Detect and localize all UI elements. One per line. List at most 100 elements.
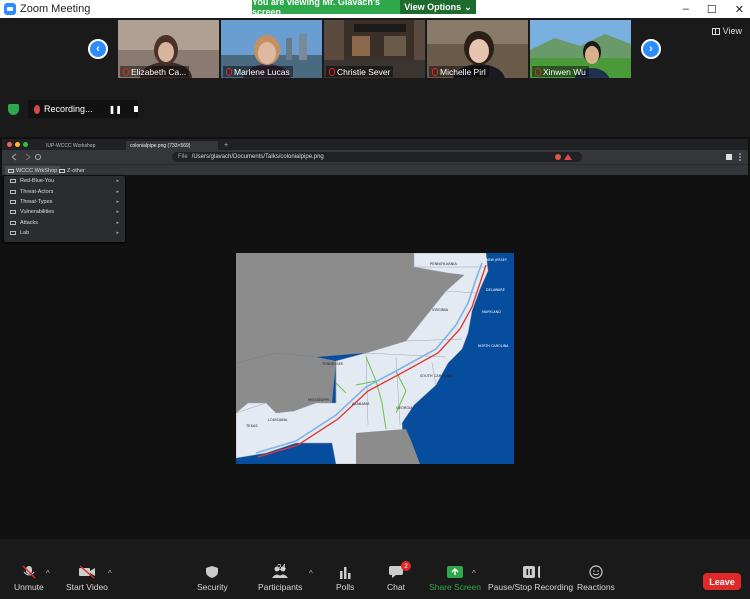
pipeline-map-image: PENNSYLVANIA NEW JERSEY DELAWARE MARYLAN… — [236, 253, 514, 464]
zoom-window: Zoom Meeting – ☐ ✕ You are viewing Mr. G… — [0, 0, 750, 599]
bookmark-folder: Z-other — [56, 166, 88, 175]
participant-name: Xinwen Wu — [543, 66, 586, 77]
state-label: PENNSYLVANIA — [430, 262, 457, 266]
menu-item-label: Threat-Types — [20, 198, 53, 205]
window-controls: – ☐ ✕ — [683, 0, 744, 18]
participant-name: Marlene Lucas — [234, 66, 290, 77]
bookmark-label: WCCC WrkShop — [16, 167, 58, 174]
pause-stop-icon — [522, 566, 540, 578]
folder-icon — [10, 210, 16, 215]
polls-button[interactable]: Polls — [336, 565, 354, 592]
browser-tab-active: colonialpipe.png (733×569) — [126, 141, 218, 150]
start-video-label: Start Video — [66, 582, 108, 592]
participants-label: Participants — [258, 582, 303, 592]
participant-name: Christie Sever — [337, 66, 391, 77]
stop-recording-button[interactable] — [133, 106, 138, 112]
view-label: View — [722, 26, 742, 36]
browser-zoom-icon — [23, 142, 28, 147]
address-text: /Users/glavach/Documents/Talks/colonialp… — [191, 154, 324, 160]
state-label: DELAWARE — [486, 288, 505, 292]
chevron-right-icon: › — [649, 43, 653, 55]
participant-name-tag: Xinwen Wu — [532, 66, 589, 77]
mic-muted-icon — [329, 67, 335, 76]
zoom-logo-icon — [4, 3, 16, 15]
maximize-button[interactable]: ☐ — [707, 3, 717, 16]
bar-chart-icon — [340, 567, 351, 579]
state-label: GEORGIA — [396, 406, 413, 410]
microphone-muted-icon — [22, 565, 36, 579]
participant-tile[interactable]: Marlene Lucas — [221, 20, 322, 78]
chat-button[interactable]: 2 Chat — [387, 561, 411, 592]
map-land-other — [356, 429, 420, 464]
participant-tile[interactable]: Michelle Pirl — [427, 20, 528, 78]
state-label: SOUTH CAROLINA — [420, 374, 453, 378]
video-options-caret[interactable]: ^ — [108, 569, 112, 578]
shared-screen: IUP-WCCC Workshop colonialpipe.png (733×… — [0, 137, 750, 539]
state-label: TEXAS — [245, 424, 258, 428]
unmute-label: Unmute — [14, 582, 44, 592]
smiley-icon — [589, 565, 603, 579]
chat-unread-badge: 2 — [401, 561, 411, 571]
participants-count: 24 — [277, 563, 286, 572]
participant-tile[interactable]: Elizabeth Ca... — [118, 20, 219, 78]
bookmarks-bar: WCCC WrkShop Z-other — [2, 164, 748, 175]
menu-item: Lab — [4, 228, 125, 238]
participant-name-tag: Michelle Pirl — [429, 66, 489, 77]
participants-button[interactable]: 24 Participants — [258, 563, 303, 592]
gallery-strip: ‹ Elizabeth Ca... Marlene Lucas Christie… — [0, 18, 750, 136]
state-label: MARYLAND — [482, 310, 501, 314]
participant-tile[interactable]: Xinwen Wu — [530, 20, 631, 78]
participants-options-caret[interactable]: ^ — [309, 569, 313, 578]
close-button[interactable]: ✕ — [735, 3, 744, 16]
viewing-banner: You are viewing Mr. Glavach's screen — [252, 0, 400, 17]
minimize-button[interactable]: – — [683, 3, 689, 15]
audio-options-caret[interactable]: ^ — [46, 569, 50, 578]
extension-icons — [555, 154, 572, 160]
mic-muted-icon — [123, 67, 129, 76]
start-video-button[interactable]: Start Video — [66, 565, 108, 592]
unmute-button[interactable]: Unmute — [14, 565, 44, 592]
reactions-button[interactable]: Reactions — [577, 565, 615, 592]
state-label: MISSISSIPPI — [308, 398, 329, 402]
share-options-caret[interactable]: ^ — [472, 569, 476, 578]
mic-muted-icon — [535, 67, 541, 76]
pause-stop-label: Pause/Stop Recording — [488, 582, 574, 592]
state-label: NEW JERSEY — [486, 258, 508, 262]
folder-icon — [10, 179, 16, 184]
folder-icon — [10, 189, 16, 194]
view-button[interactable]: View — [711, 26, 742, 36]
mic-muted-icon — [432, 67, 438, 76]
security-button[interactable]: Security — [197, 565, 228, 592]
folder-icon — [59, 168, 65, 173]
state-label: VIRGINIA — [432, 308, 449, 312]
gallery-next-button[interactable]: › — [641, 39, 661, 59]
bookmark-folder-menu: Red-Blue-You Threat-Actors Threat-Types … — [4, 176, 125, 242]
pause-recording-button[interactable]: ❚❚ — [109, 105, 122, 114]
recording-label: Recording... — [44, 104, 93, 114]
participant-name-tag: Christie Sever — [326, 66, 394, 77]
participant-name: Elizabeth Ca... — [131, 66, 187, 77]
browser-tab: IUP-WCCC Workshop — [46, 142, 96, 149]
meeting-toolbar: Unmute ^ Start Video ^ Security 24 Parti… — [0, 561, 750, 599]
view-options-button[interactable]: View Options ⌄ — [400, 0, 476, 14]
gallery-prev-button[interactable]: ‹ — [88, 39, 108, 59]
video-off-icon — [78, 565, 95, 579]
folder-icon — [10, 220, 16, 225]
pause-stop-recording-button[interactable]: Pause/Stop Recording — [488, 565, 573, 592]
leave-button[interactable]: Leave — [703, 573, 741, 590]
grid-view-icon — [711, 27, 720, 35]
share-screen-icon — [446, 566, 463, 578]
state-label: LOUISIANA — [268, 418, 288, 422]
menu-item-label: Lab — [20, 230, 30, 237]
security-label: Security — [197, 582, 228, 592]
folder-icon — [10, 231, 16, 236]
browser-tab-bar: IUP-WCCC Workshop colonialpipe.png (733×… — [2, 139, 748, 150]
chat-label: Chat — [387, 582, 405, 592]
encryption-shield-icon[interactable] — [8, 104, 19, 115]
file-scheme-label: File — [178, 154, 188, 160]
new-tab-icon: + — [224, 142, 229, 149]
browser-window-buttons — [7, 142, 28, 147]
participant-tile[interactable]: Christie Sever — [324, 20, 425, 78]
share-screen-label: Share Screen — [429, 582, 481, 592]
polls-label: Polls — [336, 582, 355, 592]
